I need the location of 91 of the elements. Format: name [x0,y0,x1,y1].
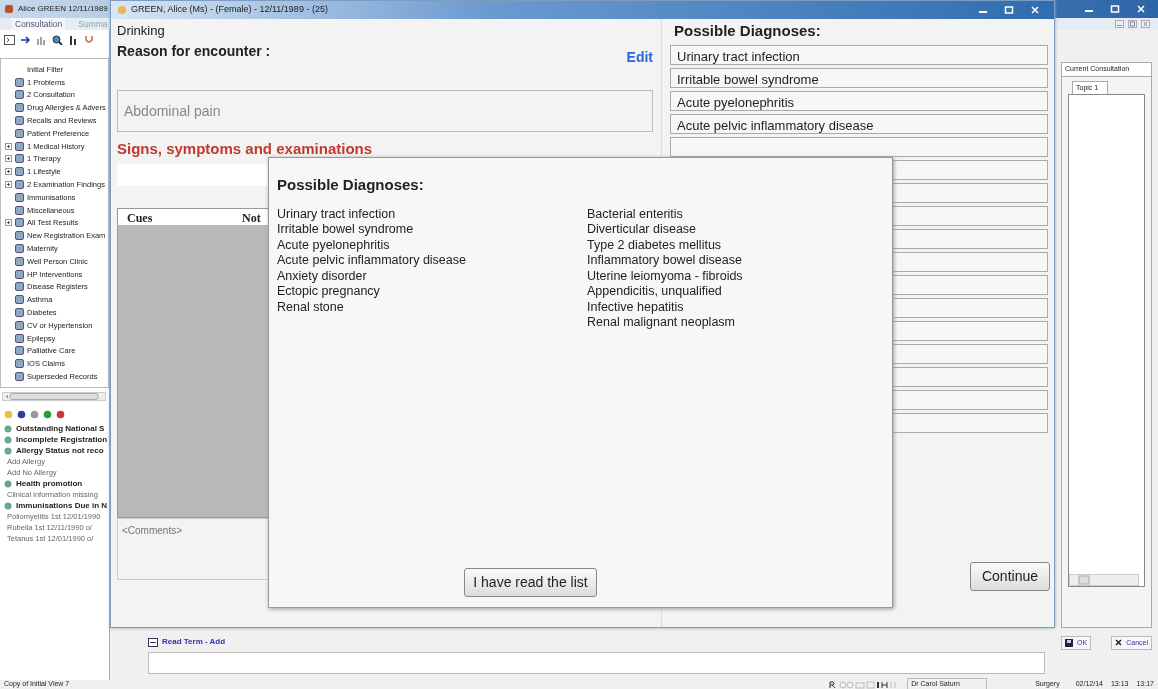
arrow-icon[interactable] [20,35,31,45]
diagnosis-text: Bacterial enteritis [587,206,684,222]
diagnosis-text: Renal malignant neoplasm [587,315,736,331]
diagnosis-text: Acute pyelonephritis [277,237,391,253]
maximize-icon[interactable] [1004,6,1014,14]
section-label: Read Term - Add [162,636,226,648]
circle-icon [4,424,12,433]
diagnosis-text: Uterine leiomyoma - fibroids [587,268,743,284]
magnifier-icon[interactable] [52,35,63,45]
field-label: Reason for encounter : [117,41,271,61]
square-icon [15,77,24,87]
term-input-field[interactable] [148,652,1045,674]
alert-heading-text[interactable]: Allergy Status not reco [16,444,104,457]
diagnosis-text: Irritable bowel syndrome [277,222,415,238]
minimize-icon[interactable] [1115,20,1124,28]
square-icon [15,205,24,215]
square-icon [15,167,24,177]
alert-heading-text[interactable]: Health promotion [16,477,83,490]
square-icon [15,103,24,113]
diagnosis-field: Irritable bowel syndrome [670,67,1048,88]
section-heading: Possible Diagnoses: [674,21,822,41]
expand-icon[interactable] [5,142,12,150]
diagnosis-field: Acute pyelonephritis [670,90,1048,111]
save-icon [1065,638,1073,647]
diagnosis-text: Ectopic pregnancy [277,284,381,300]
window-title: Alice GREEN 12/11/1989 [18,3,108,15]
square-icon [15,346,24,356]
close-icon [1115,639,1123,647]
alert-heading-text[interactable]: Immunisations Due in N [16,499,108,512]
diagnosis-text: Urinary tract infection [277,206,397,222]
circle-icon[interactable] [56,410,65,419]
diagnosis-text: Diverticular disease [587,222,698,238]
restore-icon[interactable] [1128,20,1137,28]
expand-icon[interactable] [5,219,12,227]
square-icon [15,372,24,381]
square-icon [15,231,24,241]
diagnosis-text: Appendicitis, unqualified [587,284,723,300]
app-icon [4,4,14,14]
circle-icon [4,501,12,510]
square-icon [15,333,24,343]
read-list-button[interactable]: I have read the list [464,568,597,597]
square-icon [15,90,24,100]
diagnosis-text: Renal stone [277,299,345,315]
expand-icon[interactable] [5,181,12,189]
square-icon [15,192,24,202]
square-icon [15,154,24,164]
column-header: Not [242,210,261,225]
diagnosis-text: Infective hepatitis [587,299,685,315]
popup-title: Possible Diagnoses: [277,175,424,195]
diagnosis-text: Type 2 diabetes mellitus [587,237,723,253]
square-icon [15,128,24,138]
square-icon [15,141,24,151]
circle-icon [4,446,12,455]
diagnosis-text: Anxiety disorder [277,268,368,284]
square-icon [15,269,24,279]
square-icon [15,320,24,330]
section-heading: Signs, symptoms and examinations [117,138,374,159]
diagnosis-field: Urinary tract infection [670,44,1048,65]
square-icon [15,308,24,318]
collapse-icon[interactable] [148,637,158,647]
circle-icon [4,435,12,444]
expand-icon[interactable] [5,168,12,176]
diagnosis-text: Inflammatory bowel disease [587,253,743,269]
square-icon [15,282,24,292]
diagnosis-field: Acute pelvic inflammatory disease [670,113,1048,134]
alert-heading-text[interactable]: Outstanding National S [16,422,105,435]
scrollbar[interactable] [2,392,106,401]
continue-button[interactable]: Continue [970,562,1050,591]
bars-icon[interactable] [68,35,79,45]
column-header: Cues [126,210,154,225]
app-icon [117,5,127,15]
diagnosis-text: Acute pelvic inflammatory disease [277,253,467,269]
close-icon[interactable] [1141,20,1150,28]
square-icon [15,256,24,266]
circle-icon [4,479,12,488]
square-icon [15,180,24,190]
edit-link[interactable]: Edit [626,46,653,68]
window-title: GREEN, Alice (Ms) - (Female) - 12/11/1989 - (25) [131,3,328,17]
square-icon [15,359,24,369]
maximize-icon[interactable] [1110,5,1120,13]
scrollbar[interactable] [1069,573,1139,586]
document-icon[interactable] [4,35,15,45]
square-icon [15,218,24,228]
alert-heading-text[interactable]: Incomplete Registration [16,433,108,446]
list-box[interactable] [1068,94,1145,587]
expand-icon[interactable] [5,155,12,163]
context-label: Drinking [117,22,166,40]
square-icon [15,116,24,126]
square-icon [15,244,24,254]
square-icon [15,295,24,305]
circle-icon[interactable] [17,410,26,419]
